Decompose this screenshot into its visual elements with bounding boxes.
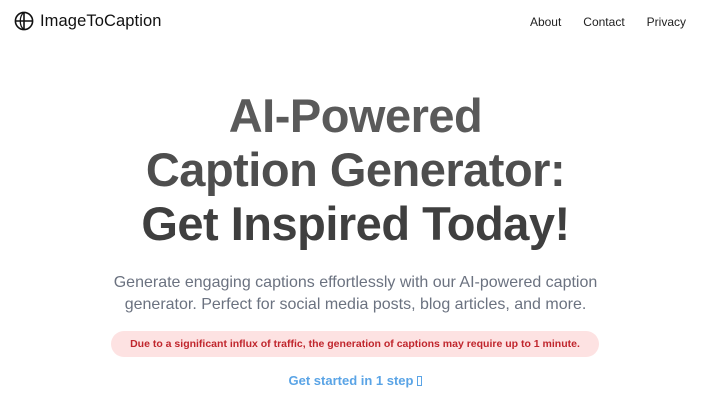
get-started-label: Get started in 1 step [288, 373, 414, 388]
hero-title-line: AI-Powered [228, 89, 483, 142]
hero-subtitle-line: Generate engaging captions effortlessly … [113, 274, 598, 291]
globe-icon [14, 11, 34, 31]
traffic-notice-banner: Due to a significant influx of traffic, … [111, 331, 599, 357]
get-started-link[interactable]: Get started in 1 step [0, 373, 711, 388]
arrow-icon [417, 376, 423, 386]
brand-logo-link[interactable]: ImageToCaption [14, 11, 162, 31]
brand-name: ImageToCaption [40, 11, 162, 30]
hero-title: AI-Powered Caption Generator: Get Inspir… [0, 89, 711, 251]
hero-title-line: Get Inspired Today! [141, 197, 570, 250]
nav-link-contact[interactable]: Contact [583, 15, 624, 29]
nav-link-privacy[interactable]: Privacy [647, 15, 686, 29]
page: ImageToCaption About Contact Privacy AI-… [0, 0, 711, 400]
top-nav: About Contact Privacy [508, 15, 686, 29]
nav-link-about[interactable]: About [530, 15, 561, 29]
hero-subtitle: Generate engaging captions effortlessly … [0, 272, 711, 316]
navbar: ImageToCaption About Contact Privacy [0, 0, 711, 44]
hero-title-line: Caption Generator: [145, 143, 566, 196]
hero-subtitle-line: generator. Perfect for social media post… [124, 296, 587, 313]
